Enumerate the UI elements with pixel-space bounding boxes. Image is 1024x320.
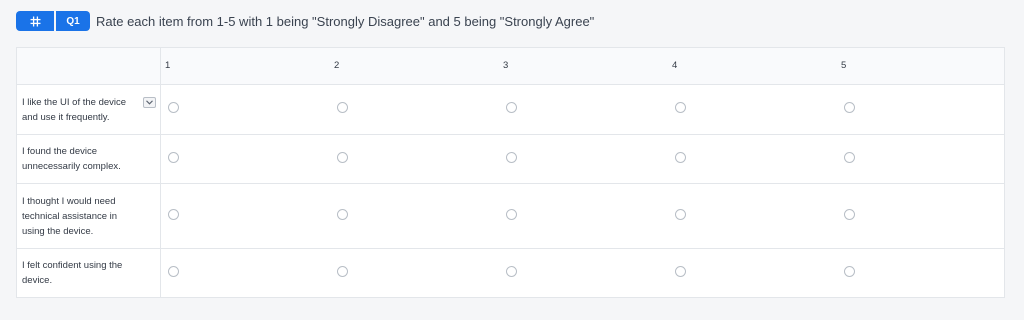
rating-cell: [668, 135, 837, 183]
rating-cell: [499, 249, 668, 297]
scale-header-2: 2: [330, 48, 499, 84]
rating-cell: [330, 135, 499, 183]
rating-radio-4[interactable]: [675, 209, 686, 220]
scale-header-4: 4: [668, 48, 837, 84]
statement-text[interactable]: I thought I would need technical assista…: [22, 194, 142, 239]
survey-page: Q1 Rate each item from 1-5 with 1 being …: [0, 0, 1024, 320]
header-stub-cell: [17, 48, 161, 84]
scale-header-5: 5: [837, 48, 1006, 84]
rating-cell: [668, 184, 837, 248]
matrix-row: I like the UI of the device and use it f…: [17, 85, 1004, 135]
rating-radio-1[interactable]: [168, 266, 179, 277]
matrix-row: I thought I would need technical assista…: [17, 184, 1004, 249]
rating-radio-2[interactable]: [337, 209, 348, 220]
rating-radio-5[interactable]: [844, 209, 855, 220]
rating-radio-1[interactable]: [168, 152, 179, 163]
rating-cell: [499, 184, 668, 248]
rating-radio-1[interactable]: [168, 102, 179, 113]
rating-cell: [330, 249, 499, 297]
hash-icon: [30, 16, 40, 26]
rating-radio-2[interactable]: [337, 152, 348, 163]
scale-label: 5: [841, 60, 847, 71]
rating-cell: [668, 85, 837, 134]
rating-radio-3[interactable]: [506, 266, 517, 277]
rating-radio-2[interactable]: [337, 266, 348, 277]
rating-cell: [499, 135, 668, 183]
rating-cell: [161, 135, 330, 183]
rating-radio-2[interactable]: [337, 102, 348, 113]
rating-cell: [837, 85, 1006, 134]
rating-cell: [161, 85, 330, 134]
rating-matrix: 1 2 3 4 5 I like the UI of the device an…: [16, 47, 1005, 298]
statement-cell[interactable]: I thought I would need technical assista…: [17, 184, 161, 248]
rating-radio-5[interactable]: [844, 152, 855, 163]
rating-radio-4[interactable]: [675, 102, 686, 113]
statement-text[interactable]: I like the UI of the device and use it f…: [22, 95, 142, 125]
chevron-down-icon: [146, 100, 153, 105]
rating-cell: [668, 249, 837, 297]
rating-cell: [161, 249, 330, 297]
rating-radio-3[interactable]: [506, 152, 517, 163]
rating-cell: [161, 184, 330, 248]
rating-radio-4[interactable]: [675, 152, 686, 163]
question-number-badge[interactable]: Q1: [56, 11, 90, 31]
rating-radio-5[interactable]: [844, 102, 855, 113]
rating-radio-5[interactable]: [844, 266, 855, 277]
rating-cell: [837, 184, 1006, 248]
rating-cell: [330, 85, 499, 134]
rating-radio-3[interactable]: [506, 209, 517, 220]
row-options-dropdown[interactable]: [143, 97, 156, 108]
matrix-row: I found the device unnecessarily complex…: [17, 135, 1004, 184]
question-text[interactable]: Rate each item from 1-5 with 1 being "St…: [96, 14, 594, 29]
scale-label: 3: [503, 60, 509, 71]
statement-text[interactable]: I felt confident using the device.: [22, 258, 142, 288]
scale-header-3: 3: [499, 48, 668, 84]
scale-header-1: 1: [161, 48, 330, 84]
rating-radio-1[interactable]: [168, 209, 179, 220]
rating-radio-4[interactable]: [675, 266, 686, 277]
rating-cell: [837, 135, 1006, 183]
scale-label: 1: [165, 60, 171, 71]
statement-cell[interactable]: I found the device unnecessarily complex…: [17, 135, 161, 183]
scale-label: 4: [672, 60, 678, 71]
scale-header-row: 1 2 3 4 5: [17, 48, 1004, 85]
statement-cell[interactable]: I like the UI of the device and use it f…: [17, 85, 161, 134]
statement-cell[interactable]: I felt confident using the device.: [17, 249, 161, 297]
question-header: Q1 Rate each item from 1-5 with 1 being …: [16, 11, 594, 31]
rating-cell: [837, 249, 1006, 297]
matrix-row: I felt confident using the device.: [17, 249, 1004, 297]
scale-label: 2: [334, 60, 340, 71]
rating-cell: [499, 85, 668, 134]
question-type-button[interactable]: [16, 11, 54, 31]
rating-radio-3[interactable]: [506, 102, 517, 113]
rating-cell: [330, 184, 499, 248]
statement-text[interactable]: I found the device unnecessarily complex…: [22, 144, 142, 174]
